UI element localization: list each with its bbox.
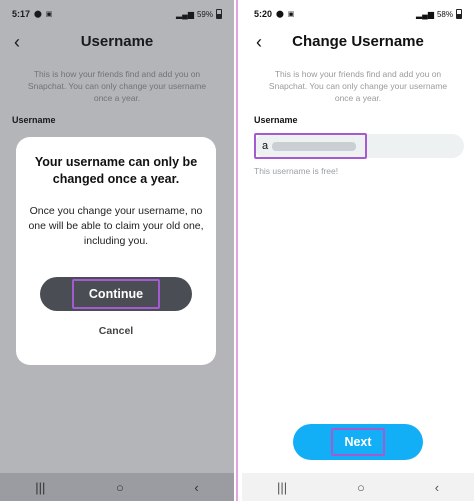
status-right: ▂▄▆ 58% xyxy=(416,9,462,19)
highlight-box xyxy=(254,133,367,159)
highlight-box xyxy=(331,428,385,456)
recents-icon[interactable]: ||| xyxy=(277,480,287,495)
subtitle-text: This is how your friends find and add yo… xyxy=(268,69,448,103)
back-nav-icon[interactable]: ‹ xyxy=(194,480,198,495)
dialog-body: Once you change your username, no one wi… xyxy=(28,205,204,247)
battery-percent: 58% xyxy=(436,9,453,19)
recents-icon[interactable]: ||| xyxy=(35,480,45,495)
back-nav-icon[interactable]: ‹ xyxy=(435,480,439,495)
next-button[interactable]: Next xyxy=(293,424,423,460)
highlight-box xyxy=(72,279,160,309)
confirm-dialog: Your username can only be changed once a… xyxy=(16,137,216,365)
username-label: Username xyxy=(254,115,298,125)
battery-icon xyxy=(456,9,462,19)
signal-icon: ▂▄▆ xyxy=(416,9,434,19)
dialog-title: Your username can only be changed once a… xyxy=(34,155,198,186)
right-phone-screen: 5:20 ⬤ ▣ ▂▄▆ 58% ‹ Change Username This … xyxy=(242,0,474,501)
continue-button[interactable]: Continue xyxy=(40,277,192,311)
status-time: 5:20 xyxy=(254,9,273,19)
home-icon[interactable]: ○ xyxy=(116,480,124,495)
divider xyxy=(236,0,238,501)
system-nav-bar: ||| ○ ‹ xyxy=(242,473,474,501)
cancel-button[interactable]: Cancel xyxy=(16,325,216,337)
home-icon[interactable]: ○ xyxy=(357,480,365,495)
system-nav-bar: ||| ○ ‹ xyxy=(0,473,234,501)
status-bar: 5:20 ⬤ ▣ ▂▄▆ 58% xyxy=(242,0,474,28)
left-phone-screen: 5:17 ⬤ ▣ ▂▄▆ 59% ‹ Username This is how … xyxy=(0,0,234,501)
header: ‹ Change Username xyxy=(242,28,474,58)
notification-icons: ⬤ ▣ xyxy=(276,11,296,18)
availability-message: This username is free! xyxy=(254,166,339,176)
page-title: Change Username xyxy=(292,33,424,50)
